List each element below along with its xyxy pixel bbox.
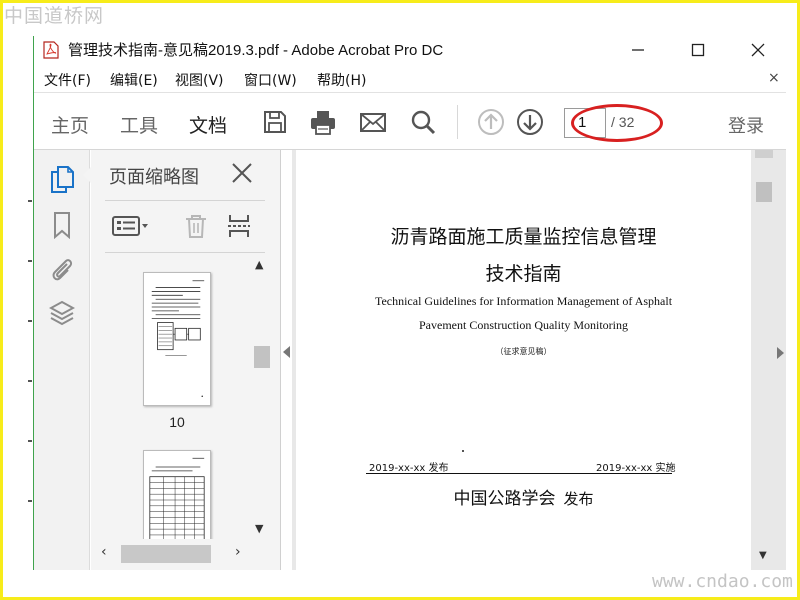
scroll-down-arrow[interactable]: ▼ bbox=[255, 522, 263, 535]
next-page-button[interactable] bbox=[515, 107, 545, 137]
search-button[interactable] bbox=[408, 107, 438, 137]
menu-bar: 文件(F) 编辑(E) 视图(V) 窗口(W) 帮助(H) × bbox=[34, 68, 786, 90]
close-window-button[interactable] bbox=[738, 36, 778, 64]
maximize-icon bbox=[691, 43, 705, 57]
trash-icon bbox=[186, 215, 206, 238]
attachments-button[interactable] bbox=[48, 254, 76, 284]
document-english-title-line-2: Pavement Construction Quality Monitoring bbox=[419, 318, 628, 332]
publisher-organization: 中国公路学会 bbox=[453, 489, 556, 509]
menu-view[interactable]: 视图(V) bbox=[175, 70, 224, 90]
close-document-button[interactable]: × bbox=[768, 70, 780, 86]
page-thumbnails-button[interactable] bbox=[48, 164, 76, 194]
scroll-up-arrow[interactable]: ▲ bbox=[255, 258, 263, 271]
extract-pages-button[interactable] bbox=[226, 212, 252, 240]
document-english-title-line-1: Technical Guidelines for Information Man… bbox=[374, 294, 673, 308]
save-button[interactable] bbox=[260, 107, 290, 137]
print-icon bbox=[311, 111, 335, 135]
scroll-right-arrow[interactable]: › bbox=[235, 544, 241, 560]
tab-tools[interactable]: 工具 bbox=[120, 111, 158, 138]
publish-word: 发布 bbox=[563, 490, 594, 508]
email-icon bbox=[360, 113, 386, 132]
minimize-button[interactable] bbox=[618, 36, 658, 64]
page-thumbnail[interactable] bbox=[143, 450, 211, 539]
tab-home[interactable]: 主页 bbox=[51, 111, 89, 138]
previous-page-button[interactable] bbox=[476, 107, 506, 137]
close-icon bbox=[232, 163, 252, 183]
main-toolbar: 主页 工具 文档 1 / 32 登录 bbox=[34, 92, 786, 150]
thumbnail-horizontal-scrollbar[interactable]: ‹ › bbox=[91, 542, 271, 564]
document-vertical-scrollbar[interactable]: ▼ bbox=[755, 150, 773, 570]
thumbnail-preview bbox=[151, 280, 205, 398]
scroll-down-arrow[interactable]: ▼ bbox=[759, 550, 767, 561]
collapse-left-panel-arrow[interactable] bbox=[283, 346, 290, 358]
minimize-icon bbox=[632, 49, 644, 51]
save-icon bbox=[264, 111, 286, 133]
navigation-rail bbox=[34, 150, 90, 570]
print-button[interactable] bbox=[308, 107, 338, 137]
page-down-icon bbox=[517, 109, 543, 135]
pdf-file-icon bbox=[43, 41, 59, 59]
thumbnail-page-number: 10 bbox=[169, 414, 185, 430]
thumbnail-vertical-scrollbar[interactable]: ▲ ▼ bbox=[251, 254, 271, 539]
scrollbar-thumb[interactable] bbox=[254, 346, 270, 368]
thumbnail-list: 10 bbox=[91, 254, 251, 539]
document-title-line-2: 技术指南 bbox=[485, 263, 562, 285]
panel-title: 页面缩略图 bbox=[109, 167, 199, 188]
expand-right-panel-arrow[interactable] bbox=[777, 347, 784, 359]
menu-help[interactable]: 帮助(H) bbox=[317, 70, 366, 90]
watermark-top: 中国道桥网 bbox=[4, 5, 105, 27]
bookmarks-button[interactable] bbox=[48, 210, 76, 240]
background-window-strip bbox=[28, 200, 33, 560]
layers-icon bbox=[49, 300, 75, 326]
issue-date: 2019-xx-xx 发布 bbox=[369, 463, 449, 474]
bookmark-icon bbox=[54, 212, 70, 239]
delete-page-button[interactable] bbox=[183, 212, 209, 240]
options-list-icon bbox=[112, 216, 148, 236]
window-title: 管理技术指南-意见稿2019.3.pdf - Adobe Acrobat Pro… bbox=[68, 42, 444, 59]
thumbnail-panel: 页面缩略图 10 ▲ ▼ ‹ › bbox=[83, 150, 281, 570]
title-bar: 管理技术指南-意见稿2019.3.pdf - Adobe Acrobat Pro… bbox=[34, 36, 786, 64]
menu-window[interactable]: 窗口(W) bbox=[244, 70, 297, 90]
publisher-line: 中国公路学会 发布 bbox=[296, 484, 751, 509]
document-title-line-1: 沥青路面施工质量监控信息管理 bbox=[390, 226, 657, 248]
maximize-button[interactable] bbox=[678, 36, 718, 64]
login-button[interactable]: 登录 bbox=[728, 112, 764, 138]
implementation-date: 2019-xx-xx 实施 bbox=[596, 463, 676, 474]
search-icon bbox=[411, 110, 436, 135]
page-speck bbox=[462, 450, 464, 452]
layers-button[interactable] bbox=[48, 298, 76, 328]
scrollbar-thumb[interactable] bbox=[756, 182, 772, 202]
page-thumbnails-icon bbox=[51, 166, 74, 193]
page-thumbnail[interactable] bbox=[143, 272, 211, 406]
page-up-icon bbox=[478, 109, 504, 135]
panel-divider bbox=[105, 252, 265, 253]
pdf-page: 沥青路面施工质量监控信息管理 技术指南 Technical Guidelines… bbox=[296, 150, 751, 570]
attachment-icon bbox=[52, 259, 73, 281]
menu-file[interactable]: 文件(F) bbox=[44, 70, 91, 90]
panel-divider bbox=[105, 200, 265, 201]
acrobat-window: 管理技术指南-意见稿2019.3.pdf - Adobe Acrobat Pro… bbox=[34, 36, 786, 570]
date-rule bbox=[366, 473, 672, 474]
toolbar-separator bbox=[457, 105, 458, 139]
scrollbar-track-top bbox=[755, 150, 773, 158]
close-icon bbox=[751, 43, 765, 57]
panel-pointer bbox=[83, 166, 92, 184]
scroll-left-arrow[interactable]: ‹ bbox=[101, 544, 107, 560]
thumbnail-preview bbox=[149, 457, 205, 539]
draft-note: （征求意见稿） bbox=[495, 347, 552, 356]
thumbnail-options-menu[interactable] bbox=[111, 212, 151, 240]
email-button[interactable] bbox=[358, 107, 388, 137]
tab-document[interactable]: 文档 bbox=[189, 111, 227, 138]
menu-edit[interactable]: 编辑(E) bbox=[110, 70, 158, 90]
close-panel-button[interactable] bbox=[231, 162, 255, 186]
insert-page-icon bbox=[228, 215, 250, 237]
document-view: 沥青路面施工质量监控信息管理 技术指南 Technical Guidelines… bbox=[292, 150, 786, 570]
watermark-bottom: www.cndao.com bbox=[652, 571, 793, 592]
scrollbar-thumb[interactable] bbox=[121, 545, 211, 563]
highlight-annotation-ellipse bbox=[571, 104, 663, 142]
